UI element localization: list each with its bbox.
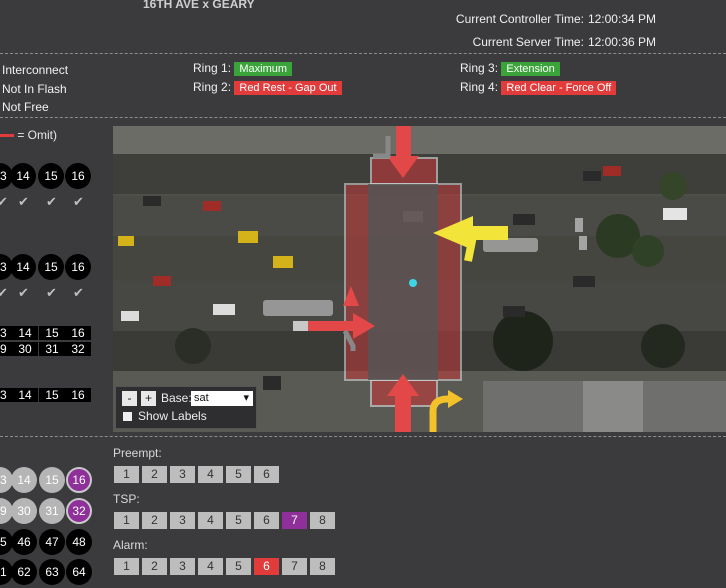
phase-circle[interactable]: 14 — [10, 163, 36, 189]
divider — [0, 117, 726, 118]
grid-cell: 30 — [12, 342, 38, 356]
phase-circle[interactable]: 46 — [11, 529, 37, 555]
show-labels-label: Show Labels — [138, 409, 207, 423]
check-icon: ✔ — [73, 194, 84, 209]
server-time-label: Current Server Time: — [472, 35, 584, 49]
map-controls: - + Base: sat ▾ Show Labels — [115, 386, 257, 429]
intersection-title: 16TH AVE x GEARY — [143, 0, 255, 11]
zoom-in-button[interactable]: + — [141, 391, 156, 406]
grid-cell: 14 — [12, 326, 38, 340]
alarm-item[interactable]: 1 — [114, 558, 139, 575]
base-label: Base: — [161, 391, 192, 405]
omit-line-icon — [0, 134, 14, 138]
phase-circle[interactable]: 30 — [11, 498, 37, 524]
intersection-map[interactable]: - + Base: sat ▾ Show Labels — [113, 126, 726, 432]
check-icon: ✔ — [18, 285, 29, 300]
tsp-item[interactable]: 6 — [254, 512, 279, 529]
alarm-item[interactable]: 2 — [142, 558, 167, 575]
grid-cell: 15 — [39, 326, 65, 340]
controller-time-value: 12:00:34 PM — [587, 12, 656, 26]
phase-circle[interactable]: 31 — [39, 498, 65, 524]
preempt-item[interactable]: 5 — [226, 466, 251, 483]
ring-4-badge: Red Clear - Force Off — [501, 81, 617, 95]
ring-4-label: Ring 4: — [460, 80, 499, 94]
grid-cell: 16 — [65, 326, 91, 340]
preempt-item[interactable]: 4 — [198, 466, 223, 483]
tsp-item[interactable]: 5 — [226, 512, 251, 529]
tsp-item-active[interactable]: 7 — [282, 512, 307, 529]
check-icon: ✔ — [73, 285, 84, 300]
ring-1-badge: Maximum — [234, 62, 293, 76]
phase-circle[interactable]: 64 — [66, 559, 92, 585]
legend-omit-text: = Omit) — [17, 128, 58, 142]
check-icon: ✔ — [46, 285, 57, 300]
ring-3-label: Ring 3: — [460, 61, 499, 75]
ring-3-badge: Extension — [501, 62, 560, 76]
phase-circle[interactable]: 15 — [38, 163, 64, 189]
phase-circle[interactable]: 48 — [66, 529, 92, 555]
status-free: Not Free — [2, 100, 49, 114]
controller-time-label: Current Controller Time: — [455, 12, 584, 26]
preempt-item[interactable]: 3 — [170, 466, 195, 483]
ring-2-badge: Red Rest - Gap Out — [234, 81, 342, 95]
phase-circle-active[interactable]: 16 — [66, 467, 92, 493]
alarm-item[interactable]: 3 — [170, 558, 195, 575]
tsp-item[interactable]: 8 — [310, 512, 335, 529]
divider — [0, 53, 726, 54]
alarm-label: Alarm: — [113, 538, 148, 552]
zoom-out-button[interactable]: - — [122, 391, 137, 406]
ring-1: Ring 1: Maximum — [193, 61, 293, 76]
tsp-item[interactable]: 4 — [198, 512, 223, 529]
grid-cell: 31 — [39, 342, 65, 356]
server-time-value: 12:00:36 PM — [587, 35, 656, 49]
check-icon: ✔ — [46, 194, 57, 209]
preempt-item[interactable]: 2 — [142, 466, 167, 483]
tsp-item[interactable]: 3 — [170, 512, 195, 529]
ring-2: Ring 2: Red Rest - Gap Out — [193, 80, 342, 95]
phase-circle-active[interactable]: 32 — [66, 498, 92, 524]
phase-circle[interactable]: 63 — [39, 559, 65, 585]
check-icon: ✔ — [18, 194, 29, 209]
base-select[interactable]: sat ▾ — [191, 391, 253, 406]
phase-circle[interactable]: 15 — [39, 467, 65, 493]
preempt-item[interactable]: 6 — [254, 466, 279, 483]
phase-circle[interactable]: 14 — [11, 467, 37, 493]
alarm-item[interactable]: 8 — [310, 558, 335, 575]
phase-circle[interactable]: 15 — [38, 254, 64, 280]
phase-circle[interactable]: 16 — [65, 163, 91, 189]
base-select-value: sat — [194, 392, 209, 404]
grid-cell: 16 — [65, 388, 91, 402]
preempt-item[interactable]: 1 — [114, 466, 139, 483]
status-flash: Not In Flash — [2, 82, 67, 96]
phase-circle[interactable]: 14 — [10, 254, 36, 280]
grid-cell: 15 — [39, 388, 65, 402]
grid-cell: 32 — [65, 342, 91, 356]
check-icon: ✔ — [0, 285, 8, 300]
legend-omit: = Omit) — [0, 128, 57, 142]
phase-circle[interactable]: 62 — [11, 559, 37, 585]
divider — [0, 436, 726, 437]
alarm-item-active[interactable]: 6 — [254, 558, 279, 575]
alarm-item[interactable]: 5 — [226, 558, 251, 575]
check-icon: ✔ — [0, 194, 8, 209]
server-time: Current Server Time: 12:00:36 PM — [473, 35, 656, 49]
preempt-label: Preempt: — [113, 446, 162, 460]
ring-3: Ring 3: Extension — [460, 61, 560, 76]
ring-2-label: Ring 2: — [193, 80, 232, 94]
status-interconnect: Interconnect — [2, 63, 69, 77]
tsp-item[interactable]: 2 — [142, 512, 167, 529]
ring-1-label: Ring 1: — [193, 61, 232, 75]
chevron-down-icon: ▾ — [243, 392, 249, 404]
tsp-label: TSP: — [113, 492, 140, 506]
phase-circle[interactable]: 16 — [65, 254, 91, 280]
controller-time: Current Controller Time: 12:00:34 PM — [456, 12, 656, 26]
alarm-item[interactable]: 4 — [198, 558, 223, 575]
alarm-item[interactable]: 7 — [282, 558, 307, 575]
ring-4: Ring 4: Red Clear - Force Off — [460, 80, 617, 95]
show-labels-checkbox[interactable] — [123, 412, 132, 421]
phase-circle[interactable]: 47 — [39, 529, 65, 555]
tsp-item[interactable]: 1 — [114, 512, 139, 529]
grid-cell: 14 — [12, 388, 38, 402]
